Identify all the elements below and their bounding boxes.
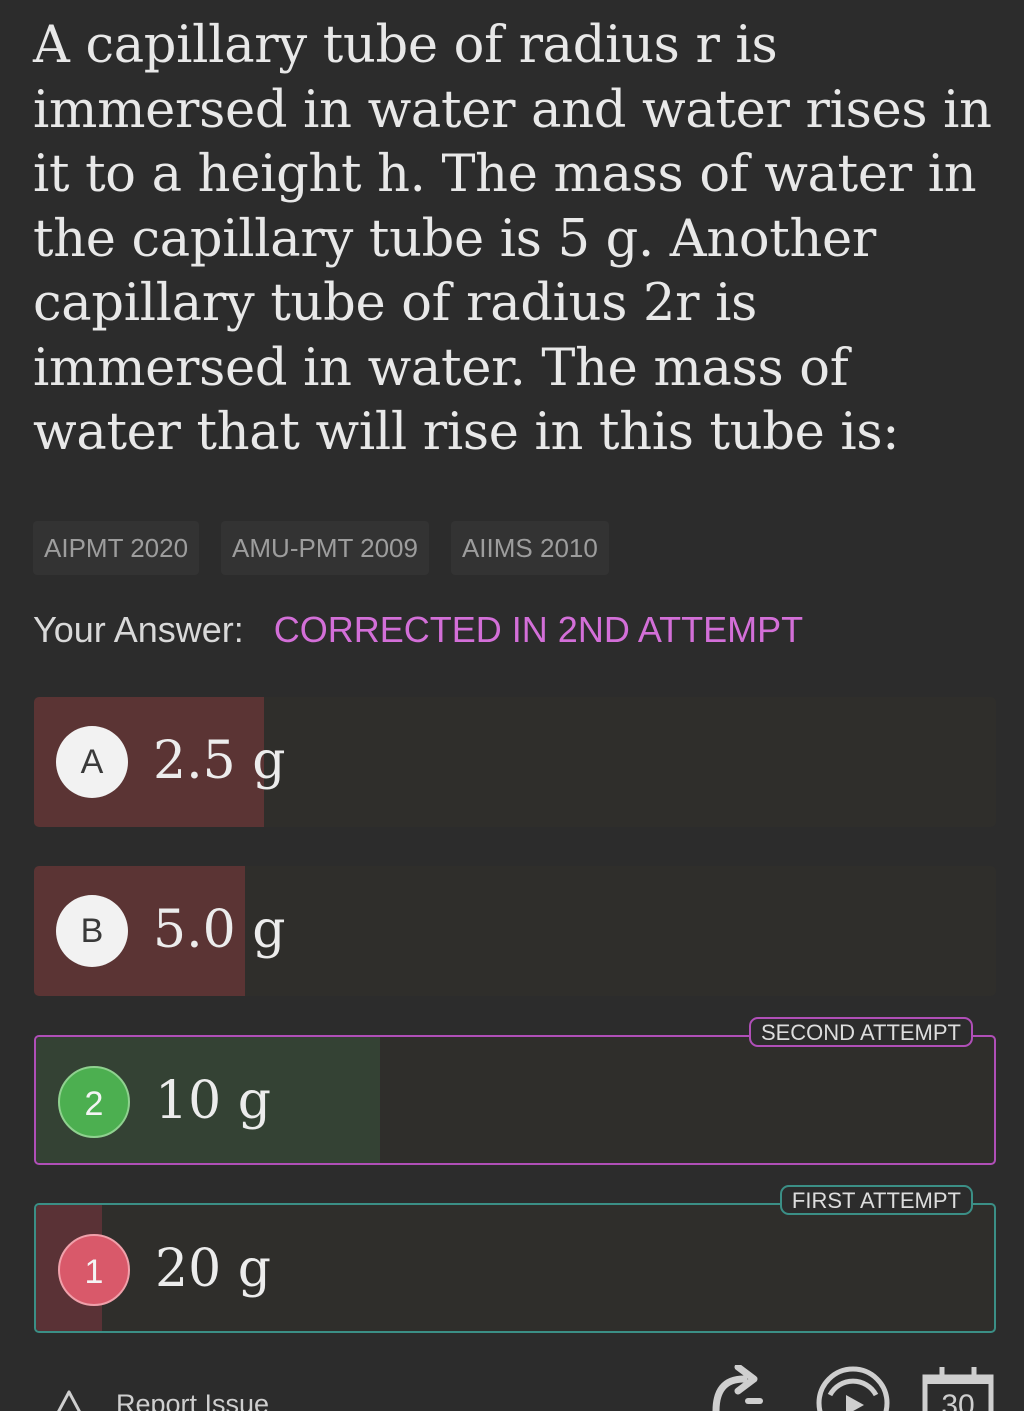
report-issue-button[interactable]: Report Issue	[52, 1389, 269, 1411]
answer-summary: Your Answer: CORRECTED IN 2ND ATTEMPT	[33, 605, 803, 655]
report-issue-label: Report Issue	[116, 1389, 270, 1411]
answer-label: Your Answer:	[33, 609, 244, 650]
warning-icon	[57, 1390, 81, 1411]
share-icon[interactable]	[706, 1365, 776, 1411]
exam-tag[interactable]: AIPMT 2020	[33, 521, 200, 575]
option-text: 20 g	[155, 1239, 271, 1299]
calendar-icon[interactable]: 30	[920, 1365, 996, 1411]
exam-tags: AIPMT 2020 AMU-PMT 2009 AIIMS 2010	[33, 521, 609, 575]
option-badge: 2	[58, 1066, 130, 1138]
option-badge: 1	[58, 1234, 130, 1306]
option-c[interactable]: 2 10 g SECOND ATTEMPT	[34, 1017, 996, 1165]
video-solution-icon[interactable]	[812, 1365, 894, 1411]
option-badge: B	[56, 895, 128, 967]
exam-tag[interactable]: AMU-PMT 2009	[221, 521, 429, 575]
second-attempt-badge: SECOND ATTEMPT	[748, 1017, 973, 1047]
option-text: 10 g	[155, 1071, 271, 1131]
question-text: A capillary tube of radius r is immersed…	[33, 16, 992, 462]
option-text: 2.5 g	[153, 731, 286, 791]
option-b[interactable]: B 5.0 g	[34, 866, 996, 996]
calendar-day: 30	[941, 1389, 974, 1411]
answer-status: CORRECTED IN 2ND ATTEMPT	[273, 609, 804, 650]
first-attempt-badge: FIRST ATTEMPT	[779, 1185, 973, 1215]
bottom-toolbar: Report Issue 30	[0, 1365, 1024, 1411]
option-badge: A	[56, 726, 128, 798]
option-a[interactable]: A 2.5 g	[34, 697, 996, 827]
option-text: 5.0 g	[153, 900, 286, 960]
exam-tag[interactable]: AIIMS 2010	[450, 521, 609, 575]
option-d[interactable]: 1 20 g FIRST ATTEMPT	[34, 1185, 996, 1333]
